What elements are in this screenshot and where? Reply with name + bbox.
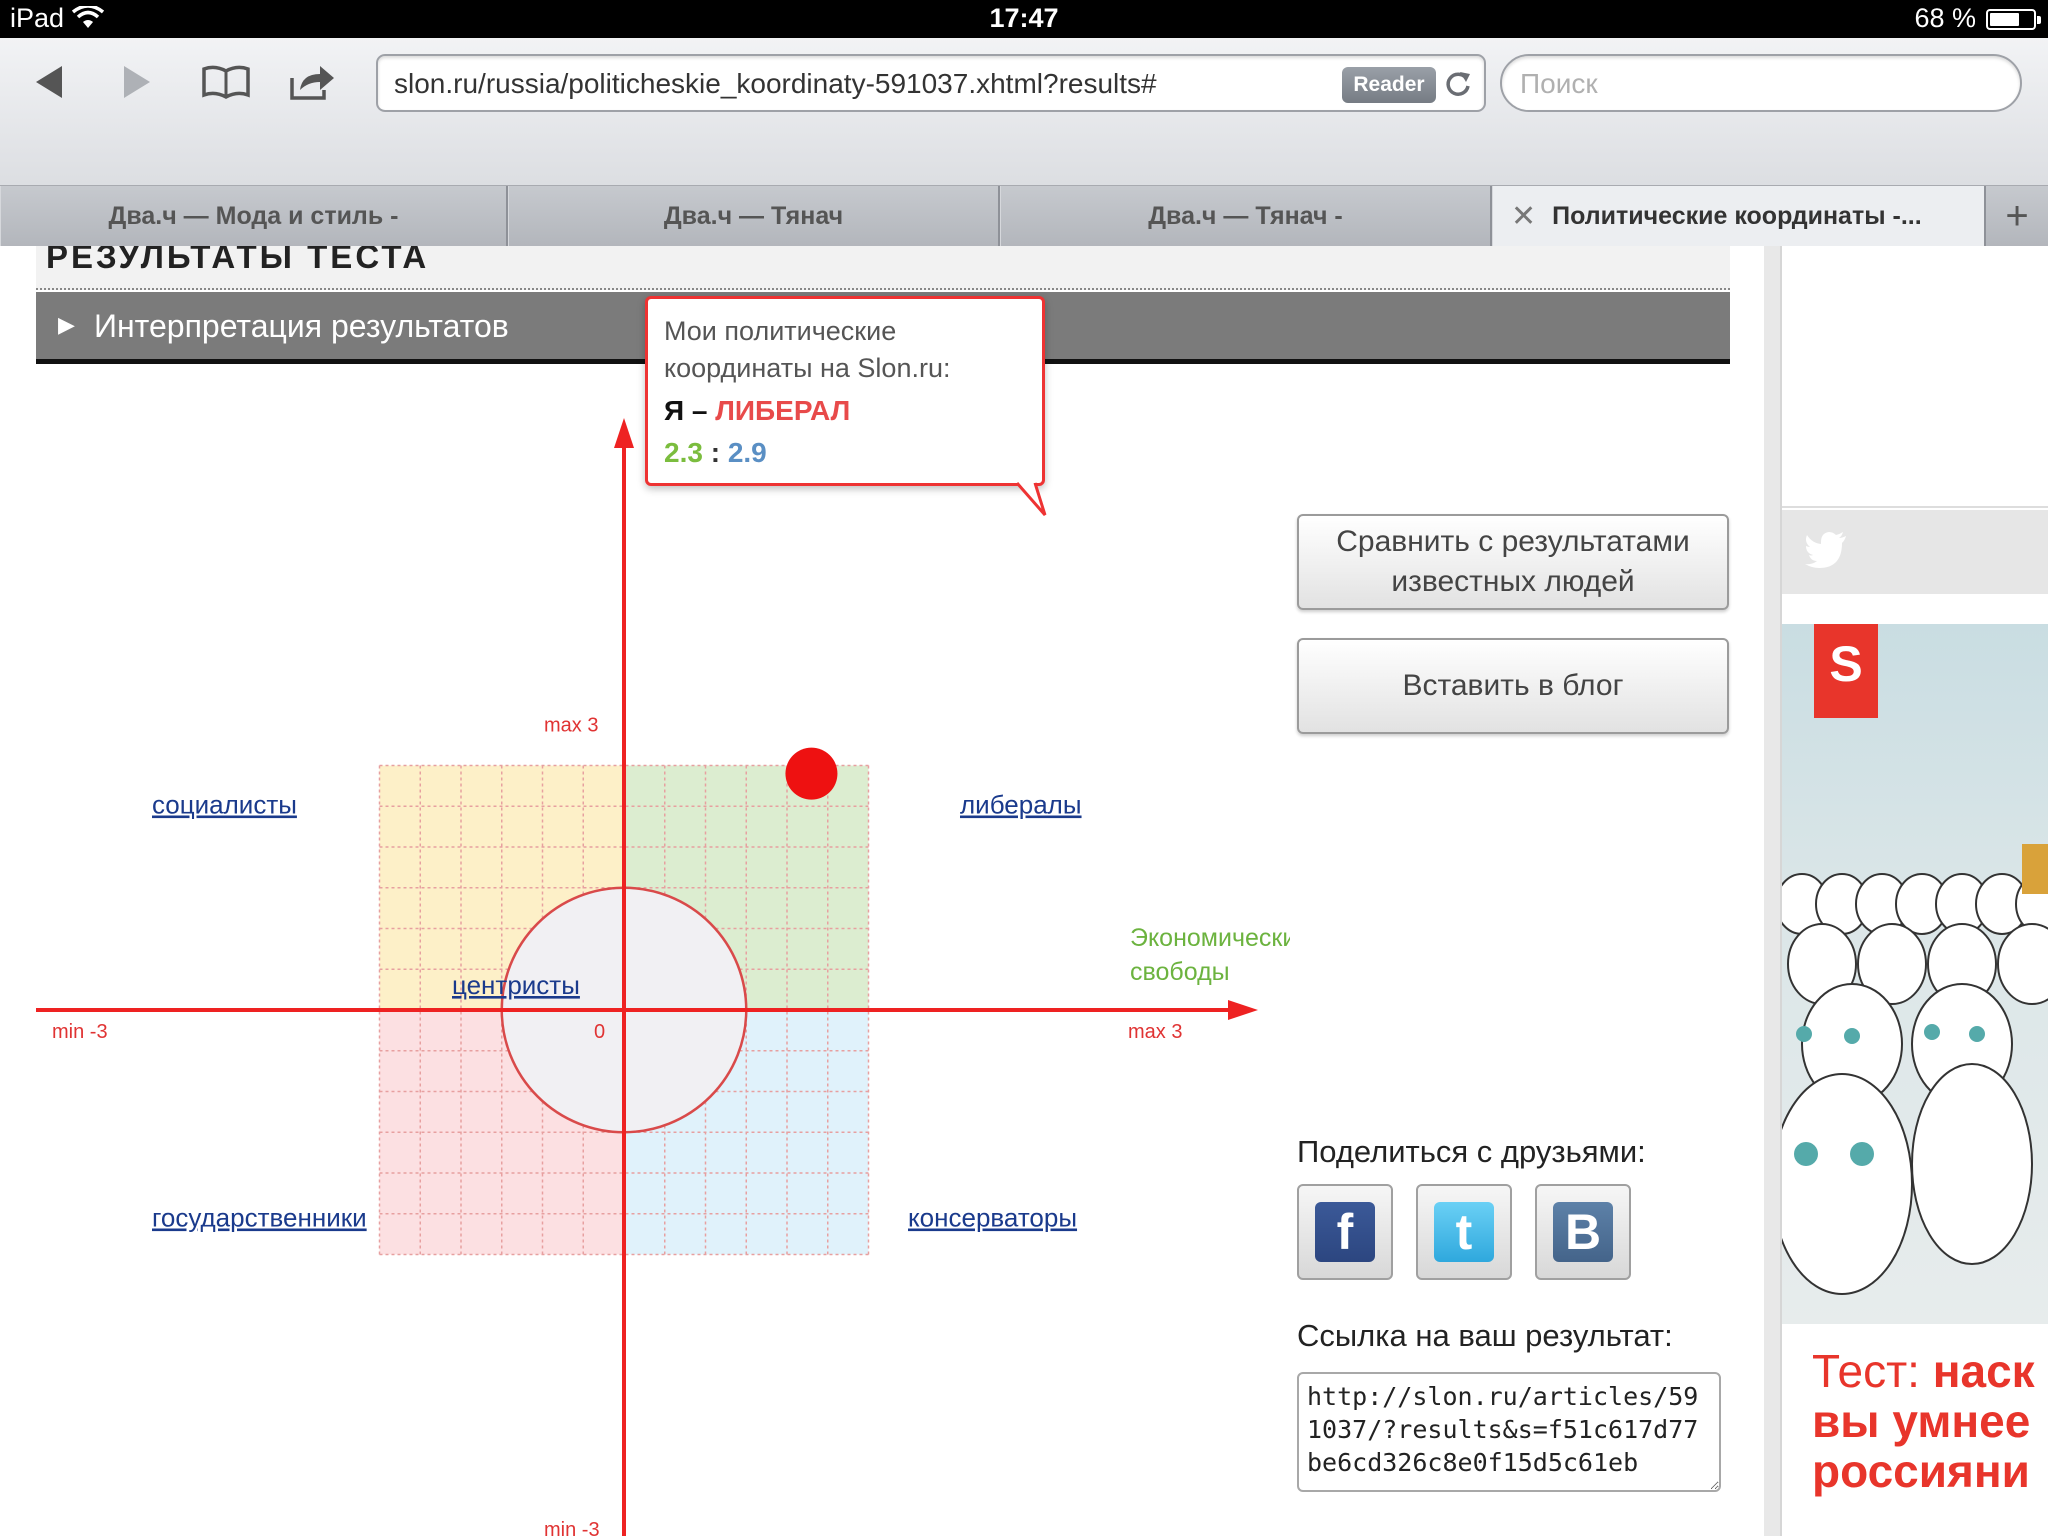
share-icon	[290, 66, 334, 100]
result-link-label: Ссылка на ваш результат:	[1297, 1318, 1673, 1353]
tab-label: Два.ч — Тянач -	[1148, 201, 1343, 230]
url-text: slon.ru/russia/politicheskie_koordinaty-…	[394, 68, 1157, 99]
forward-button[interactable]	[104, 58, 168, 106]
popup-coords: 2.3 : 2.9	[664, 437, 1026, 469]
vkontakte-icon: B	[1553, 1202, 1613, 1262]
reload-icon[interactable]	[1442, 68, 1474, 100]
web-page: РЕЗУЛЬТАТЫ ТЕСТА ▶ Интерпретация результ…	[0, 246, 2048, 1536]
tab-label: Два.ч — Мода и стиль -	[108, 201, 399, 230]
tab-dvach-tyanach-2[interactable]: Два.ч — Тянач -	[1000, 186, 1492, 246]
ad-headline-line3: россияни	[1812, 1445, 2030, 1497]
x-axis-arrow	[1228, 1000, 1258, 1020]
search-input[interactable]	[1520, 66, 2000, 102]
battery-percent: 68 %	[1914, 3, 1976, 33]
origin-label: 0	[594, 1021, 605, 1043]
forward-arrow-icon	[124, 66, 150, 98]
ad-banner-image[interactable]: S	[1782, 624, 2048, 1324]
political-coordinates-chart: min -3 max 3 max 3 min -3 0 Экономические своб…	[36, 418, 1290, 1536]
results-heading: РЕЗУЛЬТАТЫ ТЕСТА	[46, 246, 430, 275]
battery-icon	[1986, 9, 2041, 30]
quadrant-link-conservatives[interactable]: консерваторы	[908, 1203, 1077, 1233]
reader-button[interactable]: Reader	[1342, 67, 1436, 103]
compare-famous-button[interactable]: Сравнить с результатами известных людей	[1297, 514, 1729, 610]
quadrant-link-liberals[interactable]: либералы	[960, 790, 1082, 820]
bookmarks-button[interactable]	[194, 58, 258, 106]
twitter-icon: t	[1434, 1202, 1494, 1262]
browser-toolbar: slon.ru/russia/politicheskie_koordinaty-…	[0, 38, 2048, 186]
centrist-link[interactable]: центристы	[452, 970, 580, 1000]
url-field[interactable]: slon.ru/russia/politicheskie_koordinaty-…	[376, 54, 1486, 112]
embed-blog-button[interactable]: Вставить в блог	[1297, 638, 1729, 734]
close-tab-icon[interactable]: ✕	[1511, 199, 1536, 234]
popup-coord-x: 2.3	[664, 437, 703, 468]
back-arrow-icon	[36, 66, 62, 98]
ad-headline-line2: вы умнее	[1812, 1395, 2031, 1447]
back-button[interactable]	[18, 58, 82, 106]
clock: 17:47	[989, 3, 1059, 33]
ad-headline-line1b: наск	[1932, 1345, 2035, 1397]
y-min-label: min -3	[544, 1519, 600, 1536]
interpretation-label: Интерпретация результатов	[94, 308, 509, 344]
tab-label: Политические координаты -...	[1552, 201, 1922, 230]
share-label: Поделиться с друзьями:	[1297, 1134, 1646, 1169]
facebook-icon: f	[1315, 1202, 1375, 1262]
x-max-label: max 3	[1128, 1021, 1182, 1043]
share-button[interactable]	[280, 58, 344, 106]
facebook-share-button[interactable]: f	[1297, 1184, 1393, 1280]
twitter-share-button[interactable]: t	[1416, 1184, 1512, 1280]
x-axis-label-line2: свободы	[1130, 958, 1230, 986]
results-strip: РЕЗУЛЬТАТЫ ТЕСТА	[36, 246, 1730, 290]
book-icon	[202, 65, 250, 99]
popup-tail	[1005, 481, 1047, 516]
result-point-marker	[785, 747, 838, 800]
popup-result: Я – ЛИБЕРАЛ	[664, 395, 1026, 427]
ad-headline[interactable]: Тест: наск вы умнее россияни	[1812, 1346, 2035, 1496]
tab-dvach-tyanach[interactable]: Два.ч — Тянач	[508, 186, 1000, 246]
twitter-bird-icon	[1805, 532, 1846, 568]
search-field[interactable]	[1500, 54, 2022, 112]
x-min-label: min -3	[52, 1021, 108, 1043]
slon-logo-icon: S	[1814, 624, 1878, 718]
popup-coord-sep: :	[710, 437, 721, 468]
popup-coord-y: 2.9	[727, 437, 767, 468]
right-sidebar: S Тест: наск вы умнее россияни	[1780, 246, 2048, 1536]
result-popup: Мои политические координаты на Slon.ru: …	[645, 296, 1045, 486]
popup-result-prefix: Я –	[664, 395, 708, 426]
y-max-label: max 3	[544, 715, 598, 737]
quadrant-link-socialists[interactable]: социалисты	[152, 790, 297, 820]
sheep-illustration	[1782, 844, 2048, 1295]
ad-headline-line1a: Тест:	[1812, 1345, 1933, 1397]
x-axis-label-line1: Экономические	[1130, 924, 1290, 952]
status-bar: iPad 17:47 68 %	[0, 0, 2048, 38]
y-axis-arrow	[614, 418, 634, 448]
twitter-strip[interactable]	[1782, 510, 2048, 594]
disclosure-triangle-icon: ▶	[58, 312, 75, 337]
new-tab-button[interactable]: +	[1986, 186, 2048, 246]
tab-label: Два.ч — Тянач	[663, 201, 844, 230]
result-link-field[interactable]	[1297, 1372, 1721, 1492]
sidebar-blank-panel	[1782, 246, 2048, 508]
tab-dvach-moda[interactable]: Два.ч — Мода и стиль -	[0, 186, 508, 246]
tab-political-coordinates[interactable]: ✕ Политические координаты -...	[1492, 186, 1986, 246]
quadrant-link-statists[interactable]: государственники	[152, 1203, 367, 1233]
popup-title: Мои политические координаты на Slon.ru:	[664, 316, 951, 383]
tab-bar: Два.ч — Мода и стиль - Два.ч — Тянач Два…	[0, 186, 2048, 246]
popup-result-label: ЛИБЕРАЛ	[715, 395, 851, 426]
vkontakte-share-button[interactable]: B	[1535, 1184, 1631, 1280]
sidebar-divider	[1764, 246, 1780, 1536]
